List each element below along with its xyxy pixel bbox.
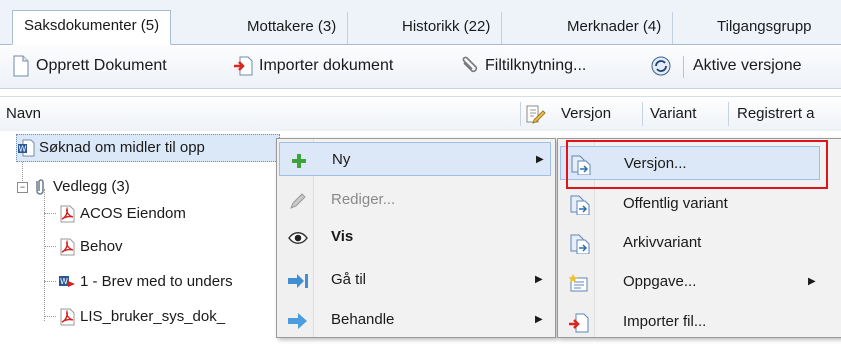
arrow-right-icon — [287, 270, 309, 290]
menu-item-label: Ny — [332, 151, 351, 168]
document-variant-icon — [568, 194, 590, 216]
column-variant[interactable]: Variant — [644, 97, 696, 131]
svg-text:W: W — [19, 145, 27, 154]
tree-item-brev[interactable]: W 1 - Brev med to unders — [58, 269, 233, 295]
import-document-label: Importer dokument — [259, 57, 394, 74]
column-registered-label: Registrert a — [737, 105, 815, 122]
submenu-arrow-icon: ▶ — [535, 274, 543, 285]
menu-item-label: Gå til — [331, 271, 367, 288]
task-icon — [568, 272, 590, 292]
tab-saksdokumenter[interactable]: Saksdokumenter (5) — [12, 10, 172, 45]
create-document-button[interactable]: Opprett Dokument — [10, 52, 167, 80]
sync-button[interactable] — [650, 52, 676, 80]
column-registered[interactable]: Registrert a — [731, 97, 815, 131]
column-divider — [728, 102, 729, 126]
column-divider — [642, 102, 643, 126]
submenu-arrow-icon: ▶ — [536, 154, 544, 165]
file-link-label: Filtilknytning... — [485, 57, 587, 74]
menu-item-ga-til[interactable]: Gå til ▶ — [279, 263, 551, 297]
pdf-icon — [58, 308, 76, 326]
word-pdf-icon: W — [58, 273, 76, 291]
pdf-icon — [58, 238, 76, 256]
tree-item-label: 1 - Brev med to unders — [80, 273, 233, 290]
menu-item-label: Behandle — [331, 311, 395, 328]
word-document-icon: W — [17, 139, 35, 157]
tree-item-behov[interactable]: Behov — [58, 234, 123, 260]
tab-label: Tilgangsgrupp — [717, 18, 812, 35]
toolbar: Opprett Dokument Importer dokument Filti… — [0, 45, 841, 89]
arrow-process-icon — [287, 310, 309, 330]
active-versions-label: Aktive versjone — [693, 57, 802, 74]
tree-item-label: Søknad om midler til opp — [39, 139, 205, 156]
menu-item-label: Vis — [331, 228, 354, 245]
document-icon — [10, 55, 32, 77]
tree-item-attachments[interactable]: Vedlegg (3) — [31, 174, 130, 200]
tree-line — [44, 189, 45, 321]
file-link-button[interactable]: Filtilknytning... — [459, 52, 586, 80]
menu-item-arkivvariant[interactable]: Arkivvariant — [560, 226, 820, 260]
annotation-highlight-box — [566, 140, 828, 189]
submenu-arrow-icon: ▶ — [535, 314, 543, 325]
menu-item-oppgave[interactable]: Oppgave... ▶ — [560, 265, 820, 299]
tree-line — [44, 281, 56, 282]
tree-item-label: LIS_bruker_sys_dok_ — [80, 308, 226, 325]
import-document-button[interactable]: Importer dokument — [233, 52, 393, 80]
column-header: Navn Versjon Variant Registrert a — [0, 96, 841, 132]
collapse-toggle[interactable]: − — [17, 182, 28, 193]
column-divider — [520, 102, 521, 126]
create-document-label: Opprett Dokument — [36, 57, 167, 74]
tree-item-lis[interactable]: LIS_bruker_sys_dok_ — [58, 304, 225, 330]
tab-label: Mottakere (3) — [247, 18, 337, 35]
paperclip-icon — [31, 178, 49, 196]
tab-label: Merknader (4) — [567, 18, 662, 35]
menu-item-label: Offentlig variant — [623, 195, 728, 212]
column-name[interactable]: Navn — [0, 97, 41, 131]
tree-item-main-document[interactable]: W Søknad om midler til opp — [16, 134, 280, 162]
import-icon — [233, 55, 255, 77]
plus-icon — [288, 150, 310, 170]
submenu-arrow-icon: ▶ — [808, 276, 816, 287]
tab-tilgangsgrupper[interactable]: Tilgangsgrupp — [706, 12, 823, 44]
tab-label: Historikk (22) — [402, 18, 491, 35]
menu-item-label: Rediger... — [331, 191, 396, 208]
sync-icon — [650, 55, 672, 77]
tree-item-label: Behov — [80, 238, 123, 255]
column-variant-label: Variant — [650, 105, 697, 122]
menu-item-offentlig-variant[interactable]: Offentlig variant — [560, 187, 820, 221]
edit-note-icon — [524, 103, 546, 125]
tab-merknader[interactable]: Merknader (4) — [556, 12, 674, 44]
tree-item-label: ACOS Eiendom — [80, 205, 186, 222]
tree-item-label: Vedlegg (3) — [53, 178, 130, 195]
tab-historikk[interactable]: Historikk (22) — [391, 12, 503, 44]
document-archive-icon — [568, 233, 590, 255]
menu-item-label: Importer fil... — [623, 313, 707, 330]
column-version[interactable]: Versjon — [555, 97, 611, 131]
import-file-icon — [568, 312, 590, 333]
tab-label: Saksdokumenter (5) — [24, 17, 160, 34]
menu-item-ny[interactable]: Ny ▶ — [279, 142, 551, 176]
tree-line — [44, 213, 56, 214]
svg-text:W: W — [60, 277, 68, 286]
menu-item-vis[interactable]: Vis — [279, 220, 551, 254]
menu-item-label: Arkivvariant — [623, 234, 702, 251]
menu-item-importer-fil[interactable]: Importer fil... — [560, 305, 820, 339]
context-menu: Ny ▶ Rediger... Vis Gå til ▶ Behandle ▶ — [276, 138, 556, 338]
pencil-icon — [287, 190, 309, 210]
toolbar-separator — [683, 56, 684, 78]
column-name-label: Navn — [6, 105, 42, 122]
paperclip-icon — [459, 55, 481, 77]
active-versions-button[interactable]: Aktive versjone — [693, 52, 802, 80]
eye-icon — [287, 227, 309, 247]
tab-strip: Saksdokumenter (5) Mottakere (3) Histori… — [0, 0, 841, 45]
tree-line — [44, 246, 56, 247]
pdf-icon — [58, 205, 76, 223]
tab-mottakere[interactable]: Mottakere (3) — [236, 12, 349, 44]
menu-item-label: Oppgave... — [623, 273, 697, 290]
menu-item-rediger[interactable]: Rediger... — [279, 183, 551, 217]
column-version-label: Versjon — [561, 105, 612, 122]
tree-item-acos[interactable]: ACOS Eiendom — [58, 201, 186, 227]
menu-item-behandle[interactable]: Behandle ▶ — [279, 303, 551, 337]
tree-line — [44, 316, 56, 317]
